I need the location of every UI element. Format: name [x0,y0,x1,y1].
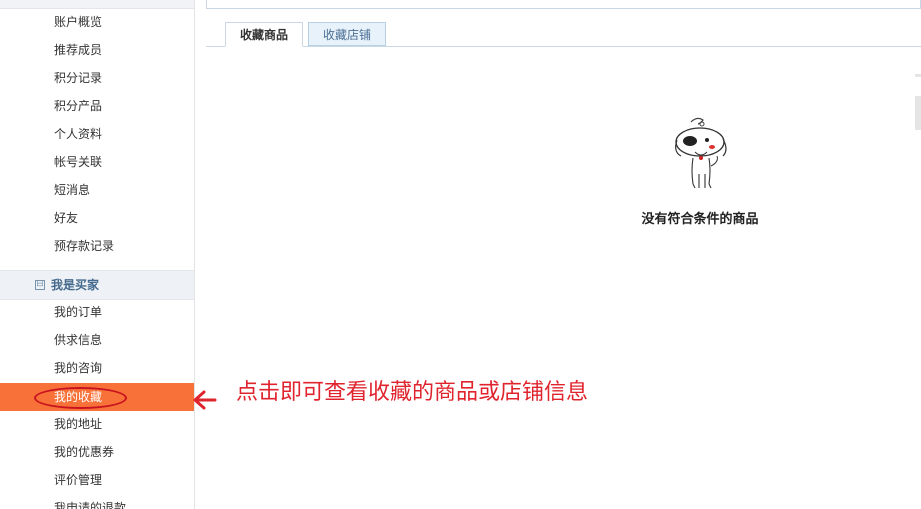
sidebar-item-supply-demand[interactable]: 供求信息 [0,326,194,354]
tabs-divider [206,46,921,47]
right-scroll-handle[interactable] [915,96,921,130]
sidebar-item-reviews[interactable]: 评价管理 [0,466,194,494]
tab-favorite-stores[interactable]: 收藏店铺 [308,22,386,46]
highlight-circle [34,387,127,409]
sidebar-item-deposit-records[interactable]: 预存款记录 [0,232,194,260]
sidebar-item-points-records[interactable]: 积分记录 [0,64,194,92]
sidebar-item-refunds[interactable]: 我申请的退款 [0,494,194,509]
sidebar-item-account-link[interactable]: 帐号关联 [0,148,194,176]
sidebar-item-my-addresses[interactable]: 我的地址 [0,410,194,438]
sidebar-item-points-products[interactable]: 积分产品 [0,92,194,120]
sidebar-item-messages[interactable]: 短消息 [0,176,194,204]
sidebar: 账户概览 推荐成员 积分记录 积分产品 个人资料 帐号关联 短消息 好友 预存款… [0,0,195,509]
section-buyer[interactable]: ⊟ 我是买家 [0,270,194,300]
sidebar-item-my-coupons[interactable]: 我的优惠券 [0,438,194,466]
tab-favorite-products[interactable]: 收藏商品 [225,22,303,47]
empty-state-message: 没有符合条件的商品 [641,212,759,227]
left-arrow-icon [193,390,217,410]
section-title: 我是买家 [51,278,100,292]
sidebar-item-profile[interactable]: 个人资料 [0,120,194,148]
main-top-bar [206,0,921,9]
sidebar-item-my-inquiries[interactable]: 我的咨询 [0,354,194,382]
annotation-text: 点击即可查看收藏的商品或店铺信息 [236,380,589,405]
collapse-icon[interactable]: ⊟ [35,280,45,290]
sidebar-item-account-overview[interactable]: 账户概览 [0,8,194,36]
sidebar-item-my-orders[interactable]: 我的订单 [0,298,194,326]
sidebar-item-friends[interactable]: 好友 [0,204,194,232]
dog-mascot-icon [675,117,727,189]
right-edge-line [915,74,921,77]
sidebar-item-recommended-members[interactable]: 推荐成员 [0,36,194,64]
